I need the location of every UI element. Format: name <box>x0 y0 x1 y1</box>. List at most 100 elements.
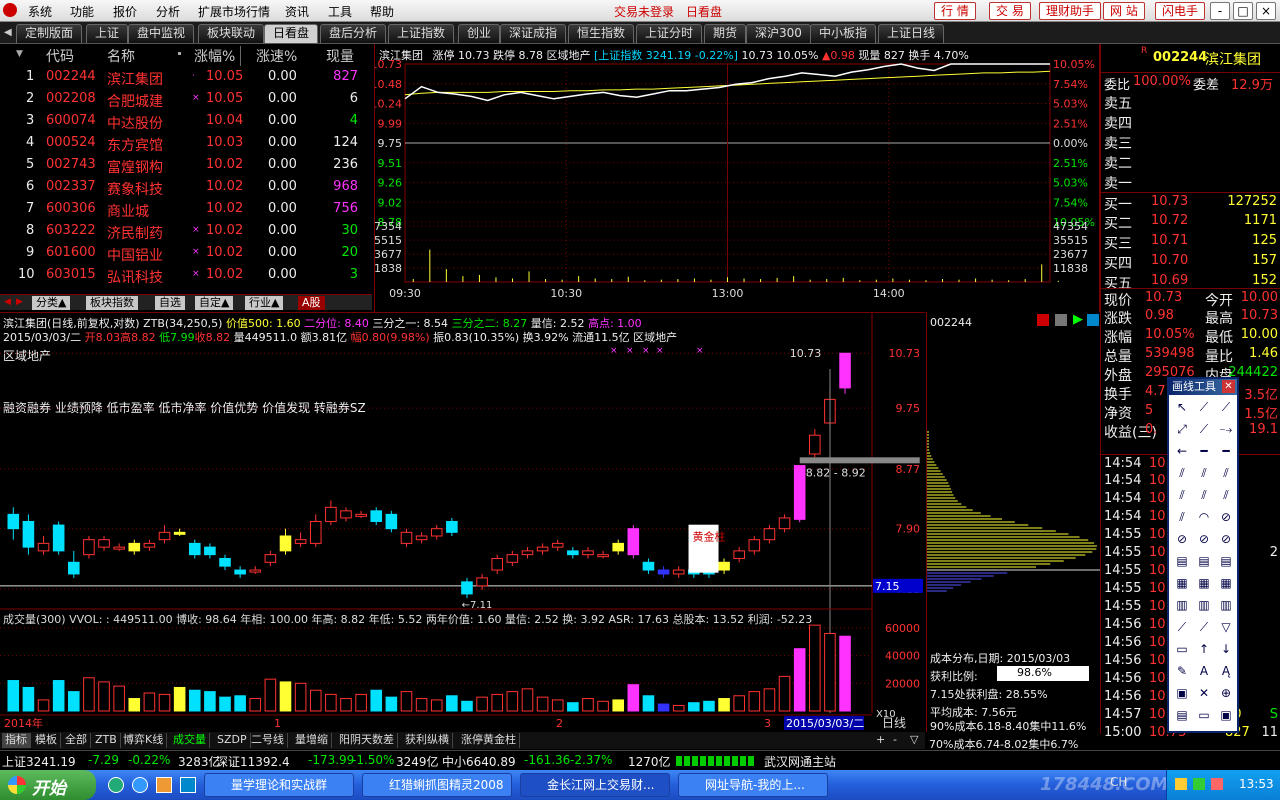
tab-sector-link[interactable]: 板块联动 <box>198 24 265 43</box>
draw-tool-icon[interactable]: ⫽ <box>1194 465 1214 481</box>
indicator-tab-yin-yang[interactable]: 阳阴天数差 <box>336 733 398 748</box>
sme-index[interactable]: 中小6640.89 <box>442 753 516 770</box>
indicator-tab-all[interactable]: 全部 <box>62 733 91 748</box>
tab-sz-index[interactable]: 深证成指 <box>500 24 567 43</box>
draw-tool-icon[interactable]: ▦ <box>1194 575 1214 591</box>
stock-code[interactable]: 002743 <box>46 157 96 172</box>
menu-system[interactable]: 系统 <box>28 3 52 20</box>
trade-button[interactable]: 交 易 <box>989 2 1031 20</box>
menu-news[interactable]: 资讯 <box>285 3 309 20</box>
sz-index[interactable]: 深证11392.4 <box>216 753 290 770</box>
flash-trade-button[interactable]: 闪电手 <box>1155 2 1206 20</box>
stock-name[interactable]: 赛象科技 <box>107 179 163 199</box>
menu-analysis[interactable]: 分析 <box>156 3 180 20</box>
tab-arrow-icon[interactable]: ◀ <box>4 27 12 38</box>
header-code[interactable]: 代码 <box>46 46 74 66</box>
indicator-tab-profit[interactable]: 获利纵横 <box>402 733 453 748</box>
menu-tools[interactable]: 工具 <box>328 3 352 20</box>
draw-tool-icon[interactable]: Ą <box>1216 663 1236 679</box>
quicklaunch-desktop-icon[interactable] <box>180 777 196 793</box>
minimize-button[interactable]: - <box>1210 2 1230 20</box>
draw-tool-icon[interactable]: ▥ <box>1172 597 1192 613</box>
intraday-chart[interactable]: 滨江集团 涨停 10.73 跌停 8.78 区域地产 [上证指数 3241.19… <box>374 44 1100 312</box>
tab-a-shares[interactable]: A股 <box>298 296 325 310</box>
ask-row[interactable]: 卖四 <box>1101 112 1280 132</box>
draw-tool-icon[interactable]: ━ <box>1194 443 1214 459</box>
stock-name[interactable]: 中国铝业 <box>107 245 163 265</box>
bid-row[interactable]: 买一 10.73 127252 <box>1101 192 1280 213</box>
tab-sh-index[interactable]: 上证指数 <box>388 24 455 43</box>
tab-csi300[interactable]: 深沪300 <box>746 24 811 43</box>
clock[interactable]: 13:53 <box>1239 777 1274 791</box>
draw-tool-icon[interactable]: ▤ <box>1216 553 1236 569</box>
quote-row[interactable]: 3 600074 中达股份 10.04 0.00 4 <box>0 110 372 132</box>
tab-sector-index[interactable]: 板块指数 <box>86 296 138 310</box>
kline-chart-panel[interactable]: 滨江集团(日线,前复权,对数) ZTB(34,250,5) 价值500: 1.6… <box>0 312 925 732</box>
draw-tool-icon[interactable]: ⟋ <box>1194 399 1214 415</box>
draw-tool-icon[interactable]: ↑ <box>1194 641 1214 657</box>
draw-tool-icon[interactable]: ⊘ <box>1216 531 1236 547</box>
draw-tool-icon[interactable]: ▤ <box>1172 553 1192 569</box>
stock-name[interactable]: 济民制药 <box>107 223 163 243</box>
quicklaunch-browser-icon[interactable] <box>132 777 148 793</box>
ask-row[interactable]: 卖二 <box>1101 152 1280 172</box>
taskbar-item-chatgroup[interactable]: 量学理论和实战群 <box>204 773 354 797</box>
stock-name[interactable]: 商业城 <box>107 201 149 221</box>
drawing-toolbox[interactable]: 画线工具 ✕ ↖ ⟋ ⟋ ⤢ ⟋ ⤍ ← ━ ━ ⫽ ⫽ ⫽ ⫽ ⫽ ⫽ ⫽ ◠ ⊘ ⊘ ⊘ ⊘ ▤ ▤ ▤ ▦ ▦ ▦ ▥ ▥ ▥ ⟋ ⟋ ▽… <box>1167 377 1239 733</box>
draw-tool-icon[interactable]: ◠ <box>1194 509 1214 525</box>
draw-tool-icon[interactable]: ← <box>1172 443 1192 459</box>
stock-name[interactable]: 东方宾馆 <box>107 135 163 155</box>
sh-index[interactable]: 上证3241.19 <box>2 753 76 770</box>
quote-row[interactable]: 4 000524 东方宾馆 10.03 0.00 124 <box>0 132 372 154</box>
tab-sh-daily[interactable]: 上证日线 <box>878 24 945 43</box>
tab-watchlist[interactable]: 自选 <box>155 296 185 310</box>
draw-tool-icon[interactable]: ⟋ <box>1194 421 1214 437</box>
tab-chinext[interactable]: 创业 <box>458 24 501 43</box>
ask-row[interactable]: 卖五 <box>1101 92 1280 112</box>
stock-name[interactable]: 富煌钢构 <box>107 157 163 177</box>
ask-row[interactable]: 卖一 <box>1101 172 1280 192</box>
draw-tool-icon[interactable]: ⟋ <box>1172 619 1192 635</box>
draw-tool-icon[interactable]: ↖ <box>1172 399 1192 415</box>
indicator-tab-volume[interactable]: 成交量 <box>170 733 210 748</box>
prev-arrow-icon[interactable]: ◀ <box>4 297 11 307</box>
draw-tool-icon[interactable]: ▥ <box>1194 597 1214 613</box>
stock-code[interactable]: 002208 <box>46 91 96 106</box>
quote-row[interactable]: 2 002208 合肥城建 × 10.05 0.00 6 <box>0 88 372 110</box>
draw-tool-icon[interactable]: ▭ <box>1172 641 1192 657</box>
draw-tool-icon[interactable]: ✎ <box>1172 663 1192 679</box>
draw-tool-icon[interactable]: ⟋ <box>1216 399 1236 415</box>
tab-category[interactable]: 分类▲ <box>32 296 71 310</box>
draw-tool-icon[interactable]: ▤ <box>1172 707 1192 723</box>
tab-sme-index[interactable]: 中小板指 <box>810 24 877 43</box>
quote-row[interactable]: 7 600306 商业城 10.02 0.00 756 <box>0 198 372 220</box>
draw-tool-icon[interactable]: ▣ <box>1172 685 1192 701</box>
finance-assistant-button[interactable]: 理财助手 <box>1039 2 1102 20</box>
draw-tool-icon[interactable]: A <box>1194 663 1214 679</box>
quicklaunch-ie-icon[interactable] <box>108 777 124 793</box>
draw-tool-icon[interactable]: ⤍ <box>1216 421 1236 437</box>
draw-tool-icon[interactable]: ⊘ <box>1194 531 1214 547</box>
stock-code[interactable]: 000524 <box>46 135 96 150</box>
ask-row[interactable]: 卖三 <box>1101 132 1280 152</box>
stock-code[interactable]: 600074 <box>46 113 96 128</box>
maximize-button[interactable]: □ <box>1233 2 1253 20</box>
website-button[interactable]: 网 站 <box>1103 2 1145 20</box>
menu-extended-market[interactable]: 扩展市场行情 <box>198 3 270 20</box>
tab-futures[interactable]: 期货 <box>704 24 747 43</box>
pan-icon[interactable]: ▽ <box>910 733 918 746</box>
tray-icon-1[interactable] <box>1175 778 1187 790</box>
draw-tool-icon[interactable]: ⊘ <box>1172 531 1192 547</box>
draw-tool-icon[interactable]: ⊕ <box>1216 685 1236 701</box>
draw-tool-icon[interactable]: ▽ <box>1216 619 1236 635</box>
taskbar-item-browser[interactable]: 网址导航-我的上... <box>678 773 828 797</box>
header-change-pct[interactable]: 涨幅% <box>194 46 235 66</box>
header-speed-pct[interactable]: 涨速% <box>256 46 297 66</box>
quicklaunch-folder-icon[interactable] <box>156 777 172 793</box>
stock-code[interactable]: 603015 <box>46 267 96 282</box>
stock-code[interactable]: 600306 <box>46 201 96 216</box>
drawtool-close-icon[interactable]: ✕ <box>1222 380 1235 393</box>
tray-icon-2[interactable] <box>1193 778 1205 790</box>
indicator-tab-line2[interactable]: 二号线 <box>248 733 288 748</box>
tab-daily-watch[interactable]: 日看盘 <box>264 24 319 43</box>
